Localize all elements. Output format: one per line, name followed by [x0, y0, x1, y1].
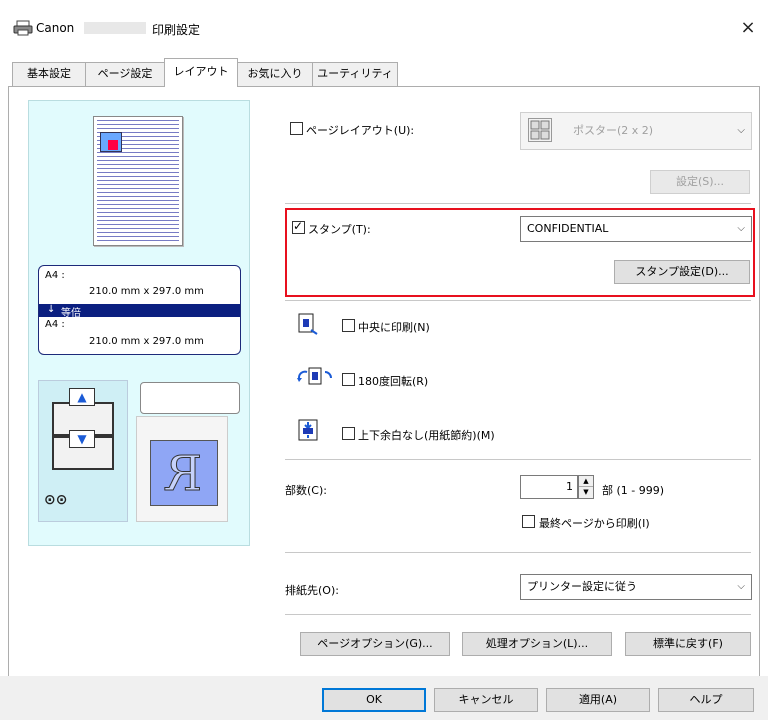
separator [285, 614, 751, 615]
stamp-value: CONFIDENTIAL [527, 222, 609, 235]
help-button[interactable]: ヘルプ [658, 688, 754, 712]
no-margin-icon [297, 418, 321, 442]
page-layout-label: ページレイアウト(U): [306, 124, 415, 137]
size-to-label: A4 : [45, 319, 65, 330]
chevron-down-icon: ⌵ [737, 223, 745, 234]
spin-down-icon[interactable]: ▼ [579, 487, 593, 498]
copies-spinner[interactable]: ▲ ▼ [578, 475, 594, 499]
no-margin-checkbox[interactable] [342, 427, 355, 440]
separator [285, 300, 751, 301]
spin-up-icon[interactable]: ▲ [579, 476, 593, 487]
tab-page-setup[interactable]: ページ設定 [85, 62, 165, 86]
tab-divider [8, 86, 760, 87]
paper-glyph: R [165, 446, 203, 503]
window-title-suffix: 印刷設定 [152, 23, 201, 37]
stamp-select[interactable]: CONFIDENTIAL ⌵ [520, 216, 752, 242]
page-layout-settings-button[interactable]: 設定(S)... [650, 170, 750, 194]
center-print-checkbox[interactable] [342, 319, 355, 332]
tab-layout[interactable]: レイアウト [164, 58, 238, 87]
process-options-button[interactable]: 処理オプション(L)... [462, 632, 612, 656]
page-layout-select[interactable]: ポスター(2 x 2) ⌵ [520, 112, 752, 150]
separator [285, 459, 751, 460]
scale-label: 等倍 [61, 308, 81, 319]
paper-size-box: A4 : 210.0 mm x 297.0 mm ↓ 等倍 A4 : 210.0… [38, 265, 241, 355]
copies-unit: 部 (1 - 999) [602, 484, 665, 497]
rotate-180-label: 180度回転(R) [358, 375, 429, 388]
copies-label: 部数(C): [285, 484, 327, 497]
ok-button[interactable]: OK [322, 688, 426, 712]
no-margin-label: 上下余白なし(用紙節約)(M) [358, 429, 495, 442]
close-button[interactable]: × [734, 14, 762, 42]
tab-favorites[interactable]: お気に入り [237, 62, 313, 86]
page-layout-checkbox[interactable] [290, 122, 303, 135]
redacted-model [84, 22, 146, 34]
output-value: プリンター設定に従う [527, 580, 637, 593]
reverse-order-label: 最終ページから印刷(I) [539, 517, 650, 530]
center-print-label: 中央に印刷(N) [358, 321, 430, 334]
stamp-checkbox[interactable] [292, 219, 305, 234]
separator [285, 552, 751, 553]
output-label: 排紙先(O): [285, 584, 339, 597]
size-from-value: 210.0 mm x 297.0 mm [89, 286, 204, 297]
rotate-180-checkbox[interactable] [342, 373, 355, 386]
page-image-detail [108, 140, 118, 150]
page-options-button[interactable]: ページオプション(G)... [300, 632, 450, 656]
center-print-icon [297, 312, 318, 335]
size-from-label: A4 : [45, 270, 65, 281]
window-title-prefix: Canon [36, 21, 75, 35]
down-arrow-icon: ↓ [47, 304, 56, 315]
paper-orientation-preview: R [150, 440, 218, 506]
apply-button[interactable]: 適用(A) [546, 688, 650, 712]
chevron-down-icon: ⌵ [737, 125, 745, 136]
down-arrow-tray-icon: ▼ [69, 430, 95, 448]
printer-icon [13, 20, 33, 36]
chevron-down-icon: ⌵ [737, 581, 745, 592]
cancel-button[interactable]: キャンセル [434, 688, 538, 712]
rotate-180-icon [295, 366, 335, 386]
reverse-order-checkbox[interactable] [522, 515, 535, 528]
roll-holder-icon: ⊙⊙ [44, 492, 68, 508]
paper-roll-icon [140, 382, 240, 414]
output-select[interactable]: プリンター設定に従う ⌵ [520, 574, 752, 600]
page-layout-value: ポスター(2 x 2) [573, 124, 654, 137]
copies-input[interactable]: 1 [520, 475, 578, 499]
restore-defaults-button[interactable]: 標準に戻す(F) [625, 632, 751, 656]
size-to-value: 210.0 mm x 297.0 mm [89, 336, 204, 347]
up-arrow-icon: ▲ [69, 388, 95, 406]
separator [285, 203, 751, 204]
poster-layout-icon [528, 118, 552, 142]
stamp-label: スタンプ(T): [308, 223, 371, 236]
stamp-settings-button[interactable]: スタンプ設定(D)... [614, 260, 750, 284]
tab-basic[interactable]: 基本設定 [12, 62, 86, 86]
tab-utility[interactable]: ユーティリティ [312, 62, 398, 86]
